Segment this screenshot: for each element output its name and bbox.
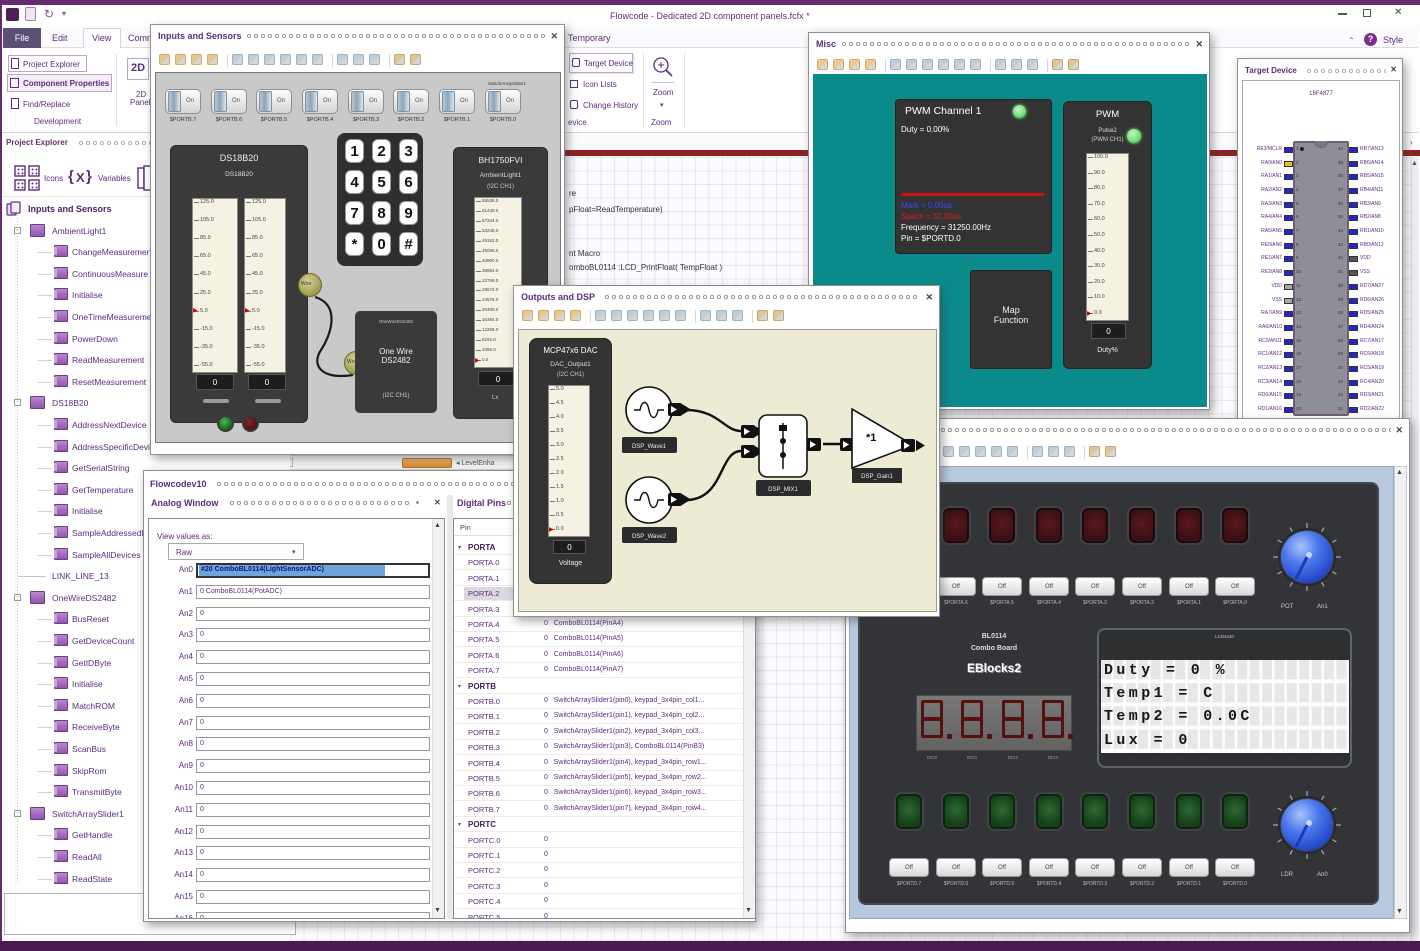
- svg-text:DSP_MIX1: DSP_MIX1: [768, 487, 798, 493]
- svg-text:DSP_Gain1: DSP_Gain1: [861, 474, 893, 480]
- svg-text:DSP_Wave1: DSP_Wave1: [632, 444, 667, 450]
- svg-text:*1: *1: [866, 432, 876, 444]
- svg-text:DSP_Wave2: DSP_Wave2: [632, 534, 667, 540]
